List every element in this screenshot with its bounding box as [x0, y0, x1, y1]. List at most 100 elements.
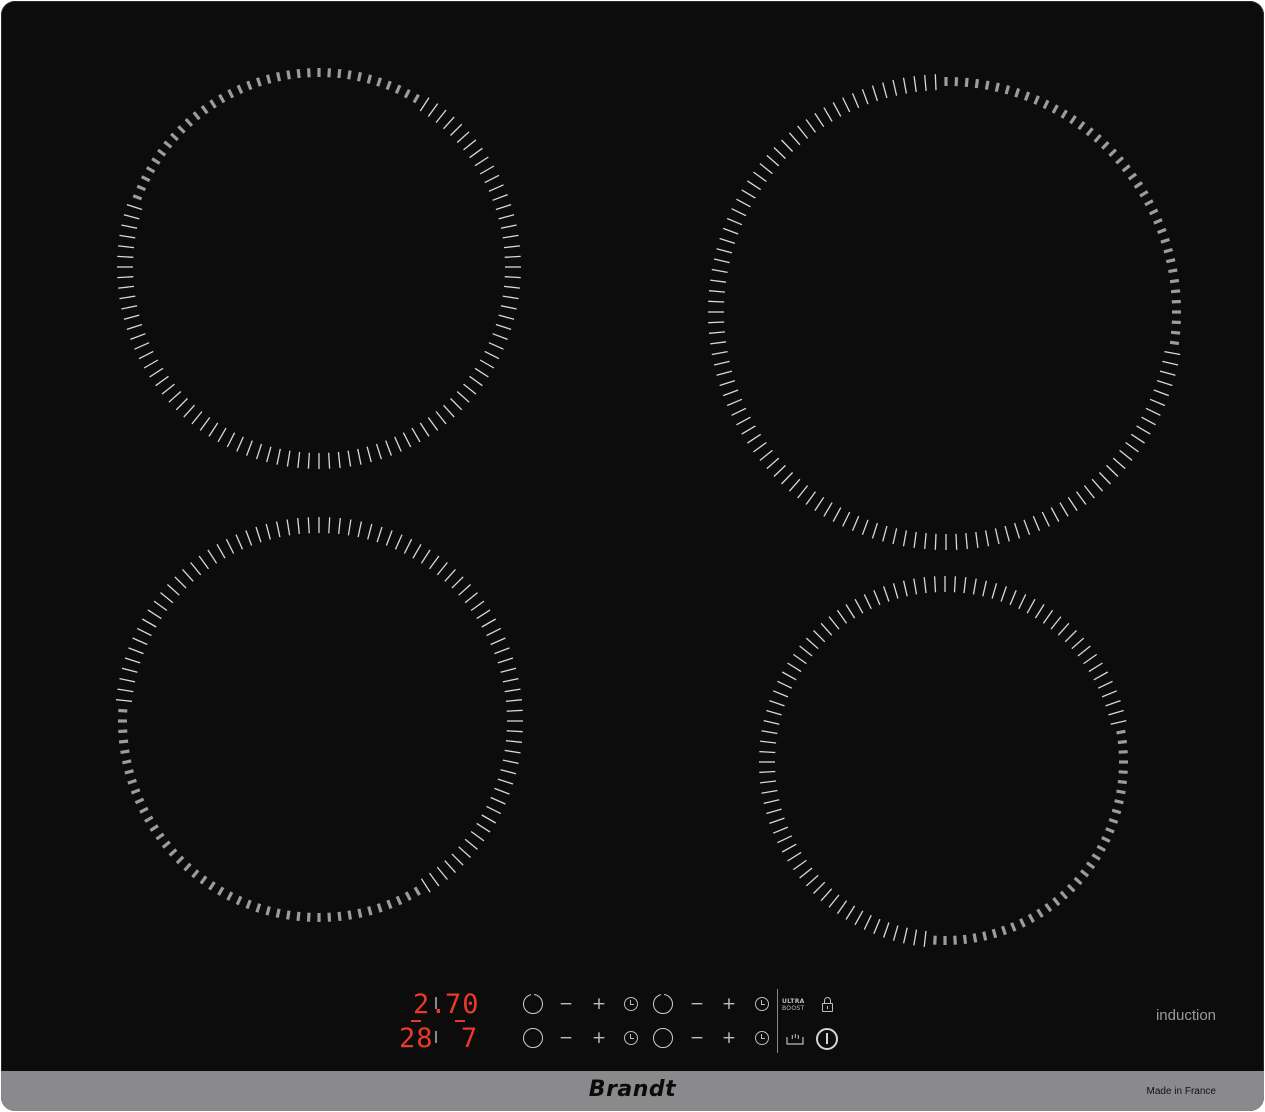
lock-icon[interactable] — [822, 997, 833, 1012]
display-indicator-mark — [455, 1020, 465, 1022]
zone-tick-mark — [225, 538, 235, 554]
zone-tick-mark — [882, 525, 888, 542]
zone-tick-mark — [149, 367, 164, 378]
power-button[interactable] — [816, 1028, 838, 1050]
zone-tick-mark — [403, 88, 411, 99]
zone-tick-mark — [456, 131, 470, 143]
zone-tick-mark — [772, 826, 789, 834]
zone-tick-mark — [913, 578, 918, 595]
zone-tick-mark — [307, 452, 310, 469]
timer-icon[interactable] — [755, 1031, 769, 1045]
zone-tick-mark — [394, 534, 403, 550]
zone-tick-mark — [1077, 645, 1091, 657]
zone-tick-mark — [119, 234, 136, 239]
zone-tick-mark — [134, 797, 145, 805]
zone-tick-mark — [1117, 779, 1127, 785]
zone-tick-mark — [1075, 491, 1087, 505]
zone-tick-mark — [464, 592, 478, 604]
cooking-zone-rear-right — [708, 74, 1181, 550]
zone-tick-mark — [376, 903, 383, 913]
display-zone-front-left: 28 — [399, 1023, 434, 1054]
zone-tick-mark — [245, 899, 252, 910]
zone-tick-mark — [1119, 449, 1133, 461]
zone-select-front-left-button[interactable] — [523, 1028, 543, 1048]
minus-button[interactable]: − — [556, 994, 576, 1014]
zone-tick-mark — [120, 749, 130, 754]
zone-tick-mark — [1044, 902, 1053, 913]
zone-tick-mark — [719, 237, 736, 245]
plus-button[interactable]: + — [589, 994, 609, 1014]
zone-tick-mark — [338, 518, 341, 535]
zone-select-rear-right-button[interactable] — [653, 993, 673, 1014]
zone-tick-mark — [747, 433, 762, 444]
zone-tick-mark — [469, 375, 483, 387]
zone-tick-mark — [117, 276, 134, 279]
zone-tick-mark — [963, 577, 967, 594]
zone-tick-mark — [713, 258, 730, 264]
zone-tick-mark — [226, 432, 236, 448]
timer-icon[interactable] — [755, 997, 769, 1011]
zone-tick-mark — [759, 449, 773, 461]
zone-tick-mark — [1077, 120, 1086, 131]
zone-select-rear-left-button[interactable] — [523, 993, 543, 1014]
zone-tick-mark — [208, 881, 216, 891]
zone-tick-mark — [265, 906, 271, 916]
zone-tick-mark — [286, 910, 291, 920]
zone-tick-mark — [327, 68, 331, 78]
zone-tick-mark — [428, 555, 440, 570]
zone-tick-mark — [933, 576, 937, 593]
zone-tick-mark — [861, 519, 869, 536]
plus-button[interactable]: + — [589, 1028, 609, 1048]
zone-tick-mark — [486, 627, 502, 637]
ultra-boost-button[interactable]: ULTRA BOOST — [782, 998, 810, 1012]
zone-tick-mark — [731, 208, 747, 217]
zone-tick-mark — [892, 528, 898, 545]
zone-tick-mark — [130, 333, 146, 341]
keep-warm-icon[interactable] — [786, 1033, 804, 1045]
zone-tick-mark — [386, 899, 393, 910]
zone-tick-mark — [805, 119, 817, 133]
zone-tick-mark — [436, 866, 448, 880]
zone-tick-mark — [813, 630, 826, 643]
plus-button[interactable]: + — [719, 1028, 739, 1048]
zone-tick-mark — [1165, 258, 1176, 264]
zone-tick-mark — [296, 911, 301, 922]
zone-tick-mark — [306, 912, 311, 922]
zone-tick-mark — [1000, 925, 1007, 936]
zone-tick-mark — [502, 234, 519, 239]
zone-tick-mark — [506, 730, 523, 733]
zone-tick-mark — [451, 576, 464, 589]
zone-tick-mark — [974, 78, 980, 89]
zone-tick-mark — [474, 367, 489, 378]
zone-tick-mark — [708, 300, 725, 303]
zone-tick-mark — [753, 441, 767, 453]
zone-tick-mark — [759, 163, 773, 175]
zone-tick-mark — [736, 198, 751, 208]
zone-tick-mark — [170, 132, 179, 142]
zone-tick-mark — [245, 440, 253, 456]
zone-tick-mark — [972, 933, 978, 943]
zone-tick-mark — [297, 451, 301, 468]
zone-tick-mark — [711, 350, 728, 356]
zone-tick-mark — [160, 592, 174, 604]
zone-tick-mark — [1098, 472, 1111, 485]
zone-tick-mark — [497, 778, 514, 785]
zone-tick-mark — [255, 443, 263, 460]
zone-tick-mark — [1118, 770, 1128, 774]
zone-tick-mark — [276, 71, 282, 82]
timer-icon[interactable] — [624, 1031, 638, 1045]
zone-tick-mark — [1085, 861, 1096, 870]
minus-button[interactable]: − — [687, 1028, 707, 1048]
minus-button[interactable]: − — [687, 994, 707, 1014]
zone-tick-mark — [183, 862, 192, 872]
zone-tick-mark — [419, 97, 430, 112]
zone-tick-mark — [797, 125, 809, 139]
zone-tick-mark — [882, 82, 888, 99]
zone-tick-mark — [792, 653, 807, 665]
timer-icon[interactable] — [624, 997, 638, 1011]
zone-tick-mark — [1111, 808, 1122, 815]
plus-button[interactable]: + — [719, 994, 739, 1014]
zone-tick-mark — [781, 139, 794, 152]
zone-select-front-right-button[interactable] — [653, 1028, 673, 1048]
minus-button[interactable]: − — [556, 1028, 576, 1048]
